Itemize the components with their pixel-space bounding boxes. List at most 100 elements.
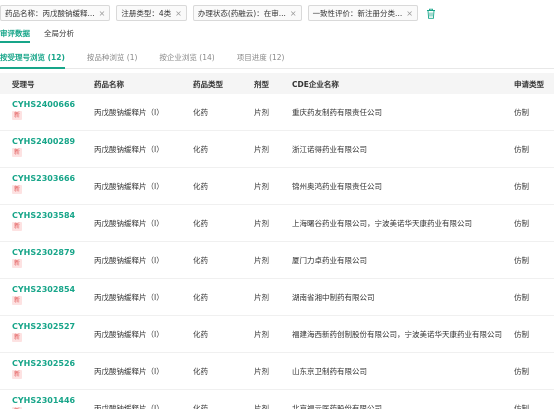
acceptance-no-link[interactable]: CYHS2303666 [12,174,75,183]
column-header-application-type[interactable]: 申请类型 [514,79,544,90]
close-icon[interactable]: × [290,9,297,18]
sub-tabs: 按受理号浏览 (12) 按品种浏览 (1) 按企业浏览 (14) 项目进度 (1… [0,52,554,69]
dosage-form-cell: 片剂 [254,145,269,154]
drug-name-cell: 丙戊酸钠缓释片（I） [94,182,164,191]
drug-type-cell: 化药 [193,145,208,154]
drug-name-cell: 丙戊酸钠缓释片（I） [94,293,164,302]
tab-by-acceptance-no[interactable]: 按受理号浏览 (12) [0,52,65,69]
drug-name-cell: 丙戊酸钠缓释片（I） [94,256,164,265]
column-header-id[interactable]: 受理号 [12,79,35,90]
table-row[interactable]: CYHS2303584 新 丙戊酸钠缓释片（I） 化药 片剂 上海曙谷药业有限公司，宁波美… [0,205,554,242]
tab-global-analysis[interactable]: 全局分析 [44,28,74,43]
acceptance-no-link[interactable]: CYHS2301446 [12,396,75,405]
drug-type-cell: 化药 [193,367,208,376]
acceptance-no-link[interactable]: CYHS2302526 [12,359,75,368]
new-badge: 新 [12,370,23,379]
dosage-form-cell: 片剂 [254,182,269,191]
acceptance-no-link[interactable]: CYHS2303584 [12,211,75,220]
company-cell: 北京福元医药股份有限公司 [292,404,382,409]
drug-type-cell: 化药 [193,108,208,117]
table-row[interactable]: CYHS2301446新丙戊酸钠缓释片（I） 化药 片剂 北京福元医药股份有限公司 仿制 [0,390,554,409]
filter-chip-label: 注册类型：4类 [121,8,172,18]
drug-type-cell: 化药 [193,293,208,302]
acceptance-no-cell: CYHS2303584 新 [12,211,75,231]
table-body: CYHS2400666 新丙戊酸钠缓释片（I） 化药 片剂 重庆药友制药有限责任公司 仿制… [0,94,554,409]
table-row[interactable]: CYHS2400666 新 丙戊酸钠缓释片（I） 化药 片剂 重庆药友制药有限责任公司 仿制 [0,94,554,131]
filter-bar: 药品名称：丙戊酸钠缓释... × 注册类型：4类 × 办理状态(药融云)：在审.… [0,5,436,21]
company-cell: 山东京卫制药有限公司 [292,367,367,376]
acceptance-no-link[interactable]: CYHS2302527 [12,322,75,331]
company-cell: 湖南省湘中制药有限公司 [292,293,375,302]
new-badge: 新 [12,296,23,305]
main-tabs: 审评数据 全局分析 [0,28,554,44]
close-icon[interactable]: × [406,9,413,18]
company-cell: 福建海西新药创制股份有限公司，宁波美诺华天康药业有限公司 [292,330,502,339]
tab-project-progress[interactable]: 项目进度 (12) [237,52,285,68]
table-row[interactable]: CYHS2302526 新 丙戊酸钠缓释片（I） 化药 片剂 山东京卫制药有限公司 仿制 [0,353,554,390]
dosage-form-cell: 片剂 [254,219,269,228]
new-badge: 新 [12,222,23,231]
application-type-cell: 仿制 [514,293,529,302]
acceptance-no-link[interactable]: CYHS2400289 [12,137,75,146]
company-cell: 浙江诺得药业有限公司 [292,145,367,154]
application-type-cell: 仿制 [514,330,529,339]
column-header-name[interactable]: 药品名称 [94,79,124,90]
application-type-cell: 仿制 [514,367,529,376]
tab-by-variety[interactable]: 按品种浏览 (1) [87,52,138,68]
acceptance-no-link[interactable]: CYHS2302879 [12,248,75,257]
tab-by-company[interactable]: 按企业浏览 (14) [159,52,214,68]
acceptance-no-link[interactable]: CYHS2302854 [12,285,75,294]
filter-chip-label: 药品名称：丙戊酸钠缓释... [5,8,95,18]
new-badge: 新 [12,259,23,268]
filter-chip-status[interactable]: 办理状态(药融云)：在审... × [192,5,302,21]
trash-icon[interactable] [426,8,436,19]
dosage-form-cell: 片剂 [254,330,269,339]
dosage-form-cell: 片剂 [254,293,269,302]
new-badge: 新 [12,148,23,157]
application-type-cell: 仿制 [514,108,529,117]
drug-type-cell: 化药 [193,219,208,228]
results-table: 受理号 药品名称 药品类型 剂型 CDE企业名称 申请类型 CYHS240066… [0,73,554,409]
dosage-form-cell: 片剂 [254,404,269,409]
application-type-cell: 仿制 [514,404,529,409]
acceptance-no-cell: CYHS2301446新 [12,396,75,409]
column-header-company[interactable]: CDE企业名称 [292,79,339,90]
application-type-cell: 仿制 [514,256,529,265]
table-row[interactable]: CYHS2302527 新 丙戊酸钠缓释片（I） 化药 片剂 福建海西新药创制股份有限公司… [0,316,554,353]
acceptance-no-cell: CYHS2302527 新 [12,322,75,342]
drug-name-cell: 丙戊酸钠缓释片（I） [94,145,164,154]
filter-chip-registration-type[interactable]: 注册类型：4类 × [116,5,187,21]
drug-name-cell: 丙戊酸钠缓释片（I） [94,330,164,339]
new-badge: 新 [12,333,23,342]
table-row[interactable]: CYHS2303666 新 丙戊酸钠缓释片（I） 化药 片剂 锦州奥鸿药业有限责任公司 仿制 [0,168,554,205]
application-type-cell: 仿制 [514,182,529,191]
drug-type-cell: 化药 [193,182,208,191]
dosage-form-cell: 片剂 [254,108,269,117]
acceptance-no-cell: CYHS2400666 新 [12,100,75,120]
drug-name-cell: 丙戊酸钠缓释片（I） [94,367,164,376]
column-header-type[interactable]: 药品类型 [193,79,223,90]
drug-name-cell: 丙戊酸钠缓释片（I） [94,404,164,409]
new-badge: 新 [12,111,23,120]
filter-chip-label: 办理状态(药融云)：在审... [197,8,286,18]
column-header-form[interactable]: 剂型 [254,79,269,90]
table-row[interactable]: CYHS2302854 新 丙戊酸钠缓释片（I） 化药 片剂 湖南省湘中制药有限公司 仿制 [0,279,554,316]
acceptance-no-link[interactable]: CYHS2400666 [12,100,75,109]
company-cell: 厦门力卓药业有限公司 [292,256,367,265]
table-row[interactable]: CYHS2302879 新 丙戊酸钠缓释片（I） 化药 片剂 厦门力卓药业有限公司 仿制 [0,242,554,279]
application-type-cell: 仿制 [514,145,529,154]
drug-name-cell: 丙戊酸钠缓释片（I） [94,219,164,228]
new-badge: 新 [12,185,23,194]
close-icon[interactable]: × [175,9,182,18]
table-row[interactable]: CYHS2400289 新 丙戊酸钠缓释片（I） 化药 片剂 浙江诺得药业有限公司 仿制 [0,131,554,168]
filter-chip-drug-name[interactable]: 药品名称：丙戊酸钠缓释... × [0,5,111,21]
filter-chip-consistency[interactable]: 一致性评价：新注册分类... × [307,5,418,21]
dosage-form-cell: 片剂 [254,256,269,265]
company-cell: 重庆药友制药有限责任公司 [292,108,382,117]
acceptance-no-cell: CYHS2302854 新 [12,285,75,305]
close-icon[interactable]: × [99,9,106,18]
application-type-cell: 仿制 [514,219,529,228]
table-header: 受理号 药品名称 药品类型 剂型 CDE企业名称 申请类型 [0,73,554,94]
tab-review-data[interactable]: 审评数据 [0,28,30,43]
company-cell: 锦州奥鸿药业有限责任公司 [292,182,382,191]
